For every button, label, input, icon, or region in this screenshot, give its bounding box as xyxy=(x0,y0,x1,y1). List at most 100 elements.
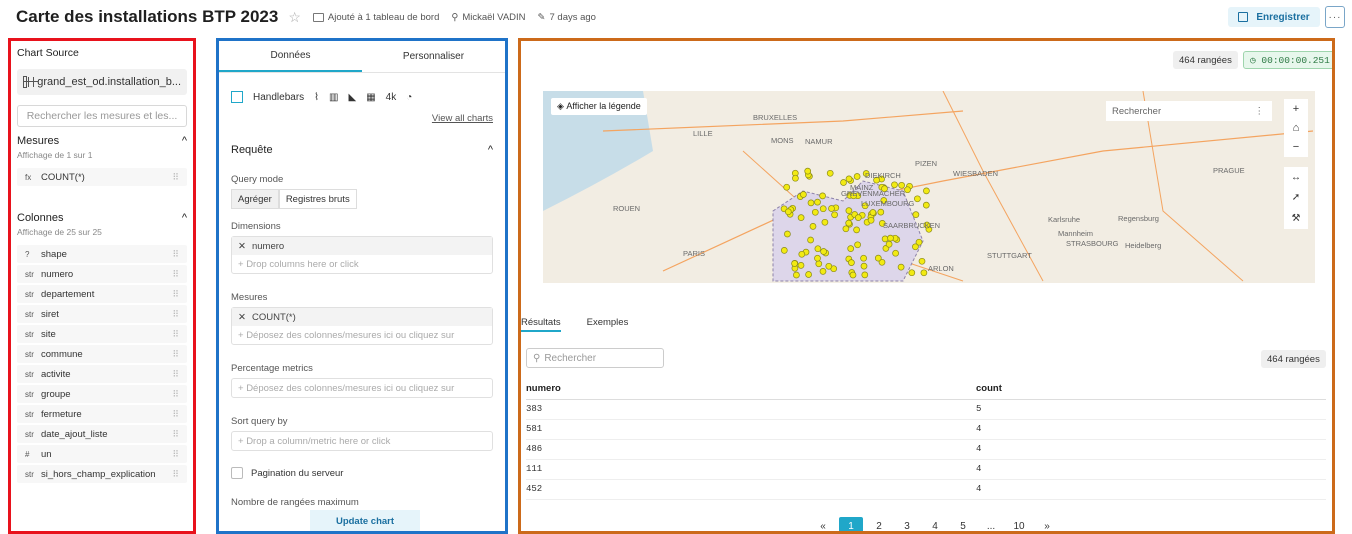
installation-marker[interactable] xyxy=(853,226,860,234)
drag-handle-icon[interactable]: ⠿ xyxy=(172,449,179,460)
home-icon[interactable]: ⌂ xyxy=(1293,122,1300,134)
installation-marker[interactable] xyxy=(912,243,919,251)
installation-marker[interactable] xyxy=(854,214,862,221)
installation-marker[interactable] xyxy=(869,209,877,216)
installation-marker[interactable] xyxy=(819,192,826,200)
installation-marker[interactable] xyxy=(797,262,805,269)
installation-marker[interactable] xyxy=(881,235,889,243)
installation-marker[interactable] xyxy=(800,191,807,198)
installation-marker[interactable] xyxy=(849,271,857,279)
tab-data[interactable]: Données xyxy=(219,41,362,72)
installation-marker[interactable] xyxy=(892,249,899,257)
bar-chart-icon[interactable]: ▥ xyxy=(329,92,338,103)
installation-marker[interactable] xyxy=(828,205,835,212)
measure-hint[interactable]: + Déposez des colonnes/mesures ici ou cl… xyxy=(232,326,492,344)
installation-marker[interactable] xyxy=(791,260,798,267)
installation-marker[interactable] xyxy=(845,219,853,227)
installation-marker[interactable] xyxy=(898,181,905,189)
drag-handle-icon[interactable]: ⠿ xyxy=(172,249,179,260)
installation-marker[interactable] xyxy=(793,271,800,279)
installation-marker[interactable] xyxy=(807,236,814,244)
star-icon[interactable]: ☆ xyxy=(288,9,301,26)
field-siret[interactable]: str siret ⠿ xyxy=(17,305,187,323)
field-site[interactable]: str site ⠿ xyxy=(17,325,187,343)
search-input[interactable]: Rechercher les mesures et les... xyxy=(17,105,187,127)
handlebars-icon[interactable] xyxy=(231,91,243,103)
checkbox-icon[interactable] xyxy=(231,467,243,479)
sort-dropzone[interactable]: + Drop a column/metric here or click xyxy=(231,431,493,451)
field-shape[interactable]: ? shape ⠿ xyxy=(17,245,187,263)
drag-handle-icon[interactable]: ⠿ xyxy=(172,409,179,420)
installation-marker[interactable] xyxy=(826,169,834,177)
measure-item[interactable]: ✕ COUNT(*) xyxy=(232,308,492,326)
close-icon[interactable]: ✕ xyxy=(238,312,246,323)
tab-customize[interactable]: Personnaliser xyxy=(362,41,505,72)
page-link[interactable]: « xyxy=(811,517,835,532)
field-si-hors-champ-explication[interactable]: str si_hors_champ_explication ⠿ xyxy=(17,465,187,483)
installation-marker[interactable] xyxy=(820,248,827,255)
field-activite[interactable]: str activite ⠿ xyxy=(17,365,187,383)
map-search-input[interactable]: Rechercher ⋮ xyxy=(1106,101,1272,121)
drag-handle-icon[interactable]: ⠿ xyxy=(172,389,179,400)
installation-marker[interactable] xyxy=(819,205,827,213)
installation-marker[interactable] xyxy=(877,208,885,216)
installation-marker[interactable] xyxy=(918,257,926,265)
drag-handle-icon[interactable]: ⠿ xyxy=(172,172,179,183)
installation-marker[interactable] xyxy=(867,216,875,224)
installation-marker[interactable] xyxy=(821,218,829,226)
drag-handle-icon[interactable]: ⠿ xyxy=(172,329,179,340)
page-link[interactable]: 1 xyxy=(839,517,863,531)
query-section-header[interactable]: Requête ^ xyxy=(219,124,505,156)
installation-marker[interactable] xyxy=(853,173,861,180)
installation-marker[interactable] xyxy=(815,260,823,268)
installation-marker[interactable] xyxy=(874,254,882,262)
results-search-input[interactable]: ⚲ Rechercher xyxy=(526,348,664,368)
dimension-hint[interactable]: + Drop columns here or click xyxy=(232,255,492,273)
installation-marker[interactable] xyxy=(798,250,806,258)
measures-section[interactable]: Mesures ^ xyxy=(11,133,193,147)
tab-examples[interactable]: Exemples xyxy=(587,317,629,332)
save-button[interactable]: Enregistrer xyxy=(1228,7,1320,27)
column-header-numero[interactable]: numero xyxy=(526,379,976,400)
column-header-count[interactable]: count xyxy=(976,379,1326,400)
page-link[interactable]: » xyxy=(1035,517,1059,532)
installation-marker[interactable] xyxy=(914,195,921,203)
page-link[interactable]: 4 xyxy=(923,517,947,532)
page-link[interactable]: 3 xyxy=(895,517,919,532)
installation-marker[interactable] xyxy=(887,234,894,242)
installation-marker[interactable] xyxy=(814,254,821,262)
close-icon[interactable]: ✕ xyxy=(238,241,246,252)
big-number-label[interactable]: 4k xyxy=(386,92,397,103)
installation-marker[interactable] xyxy=(784,208,792,216)
map-view[interactable]: BRUXELLES LILLE MONS NAMUR DIEKIRCH LUXEMBOUR… xyxy=(543,91,1315,283)
installation-marker[interactable] xyxy=(842,225,850,233)
zoom-in-icon[interactable]: + xyxy=(1293,103,1299,115)
installation-marker[interactable] xyxy=(811,208,819,216)
installation-marker[interactable] xyxy=(908,269,916,277)
drag-handle-icon[interactable]: ⠿ xyxy=(172,309,179,320)
field-departement[interactable]: str departement ⠿ xyxy=(17,285,187,303)
installation-marker[interactable] xyxy=(792,174,799,182)
installation-marker[interactable] xyxy=(904,186,911,194)
field-groupe[interactable]: str groupe ⠿ xyxy=(17,385,187,403)
mode-raw-button[interactable]: Registres bruts xyxy=(278,189,357,209)
installation-marker[interactable] xyxy=(847,245,855,252)
installation-marker[interactable] xyxy=(807,199,815,207)
installation-marker[interactable] xyxy=(854,241,861,249)
percentage-hint[interactable]: + Déposez des colonnes/mesures ici ou cl… xyxy=(232,379,492,397)
drag-handle-icon[interactable]: ⠿ xyxy=(172,429,179,440)
dataset-selector[interactable]: grand_est_od.installation_b... xyxy=(17,69,187,95)
sort-hint[interactable]: + Drop a column/metric here or click xyxy=(232,432,492,450)
field-count-[interactable]: fx COUNT(*) ⠿ xyxy=(17,168,187,186)
installation-marker[interactable] xyxy=(860,254,867,262)
table-chart-icon[interactable]: ▦ xyxy=(366,92,375,103)
installation-marker[interactable] xyxy=(885,240,893,248)
columns-section[interactable]: Colonnes ^ xyxy=(11,210,193,224)
percentage-dropzone[interactable]: + Déposez des colonnes/mesures ici ou cl… xyxy=(231,378,493,398)
tab-results[interactable]: Résultats xyxy=(521,317,561,332)
installation-marker[interactable] xyxy=(814,198,821,206)
page-link[interactable]: 10 xyxy=(1007,517,1031,532)
installation-marker[interactable] xyxy=(805,271,812,278)
field-numero[interactable]: str numero ⠿ xyxy=(17,265,187,283)
measures-dropzone[interactable]: ✕ COUNT(*) + Déposez des colonnes/mesures… xyxy=(231,307,493,345)
